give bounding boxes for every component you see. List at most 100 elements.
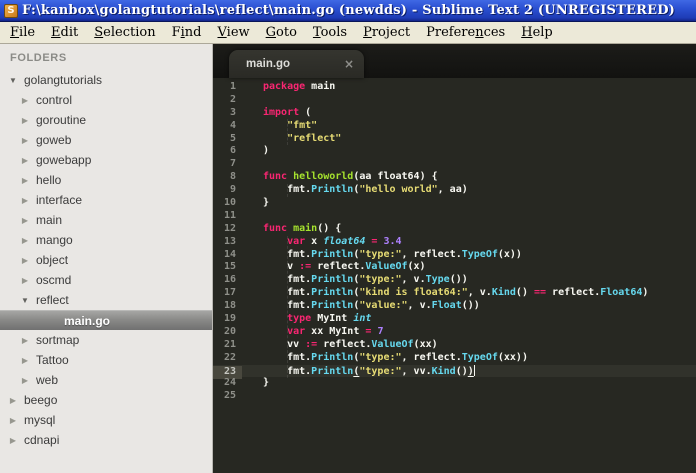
sidebar-item-reflect[interactable]: ▼ reflect: [0, 290, 212, 310]
expand-arrow-icon[interactable]: ▶: [20, 176, 30, 185]
menu-view[interactable]: View: [209, 23, 257, 42]
expand-arrow-icon[interactable]: ▶: [20, 336, 30, 345]
expand-arrow-icon[interactable]: ▶: [8, 396, 18, 405]
folders-header: FOLDERS: [10, 52, 67, 64]
code-line-21[interactable]: 21 vv := reflect.ValueOf(xx): [213, 339, 696, 352]
menu-help[interactable]: Help: [513, 23, 561, 42]
sidebar-item-beego[interactable]: ▶ beego: [0, 390, 212, 410]
menu-selection[interactable]: Selection: [86, 23, 163, 42]
sidebar-item-control[interactable]: ▶ control: [0, 90, 212, 110]
code-text: v := reflect.ValueOf(x): [263, 261, 426, 273]
code-line-13[interactable]: 13 var x float64 = 3.4: [213, 236, 696, 249]
line-number: 7: [229, 158, 236, 170]
code-line-10[interactable]: 10}: [213, 197, 696, 210]
expand-arrow-icon[interactable]: ▶: [20, 236, 30, 245]
code-line-4[interactable]: 4 "fmt": [213, 120, 696, 133]
code-line-1[interactable]: 1 package main: [213, 81, 696, 94]
code-text: package main: [263, 81, 336, 92]
sidebar-item-object[interactable]: ▶ object: [0, 250, 212, 270]
menu-edit[interactable]: Edit: [43, 23, 86, 42]
expand-arrow-icon[interactable]: ▶: [8, 416, 18, 425]
code-line-15[interactable]: 15 v := reflect.ValueOf(x): [213, 261, 696, 274]
code-text: type MyInt int: [287, 313, 372, 325]
code-line-17[interactable]: 17 fmt.Println("kind is float64:", v.Kin…: [213, 287, 696, 300]
code-line-18[interactable]: 18 fmt.Println("value:", v.Float()): [213, 300, 696, 313]
sidebar-item-label: interface: [36, 193, 83, 207]
line-number: 14: [223, 248, 236, 260]
editor-pane: main.go × 1 package main 2 3 import (4 "fmt"…: [213, 44, 696, 473]
code-line-24[interactable]: 24}: [213, 377, 696, 390]
menu-project[interactable]: Project: [355, 23, 418, 42]
expand-arrow-icon[interactable]: ▶: [20, 216, 30, 225]
line-number: 1: [229, 81, 236, 92]
code-lines: 1 package main 2 3 import (4 "fmt" 5 "reflect…: [213, 81, 696, 403]
sidebar-item-goroutine[interactable]: ▶ goroutine: [0, 110, 212, 130]
line-number: 6: [229, 145, 236, 157]
expand-arrow-icon[interactable]: ▶: [20, 376, 30, 385]
tab-bar: main.go ×: [213, 44, 696, 78]
line-number: 20: [223, 325, 236, 337]
sublime-app-icon: S: [4, 3, 18, 18]
sidebar-item-label: golangtutorials: [24, 73, 103, 87]
sidebar-item-tattoo[interactable]: ▶ Tattoo: [0, 350, 212, 370]
menu-file[interactable]: File: [2, 23, 43, 42]
code-line-12[interactable]: 12 func main() {: [213, 223, 696, 236]
code-line-22[interactable]: 22 fmt.Println("type:", reflect.TypeOf(x…: [213, 352, 696, 365]
sidebar-item-web[interactable]: ▶ web: [0, 370, 212, 390]
tab-main-go[interactable]: main.go ×: [229, 50, 364, 78]
collapse-arrow-icon[interactable]: ▼: [20, 296, 30, 305]
code-text: fmt.Println("type:", vv.Kind()): [263, 364, 476, 377]
sidebar-item-interface[interactable]: ▶ interface: [0, 190, 212, 210]
line-number: 4: [229, 119, 236, 131]
code-area[interactable]: 1 package main 2 3 import (4 "fmt" 5 "reflect…: [213, 78, 696, 473]
sidebar-item-hello[interactable]: ▶ hello: [0, 170, 212, 190]
code-line-16[interactable]: 16 fmt.Println("type:", v.Type()): [213, 274, 696, 287]
expand-arrow-icon[interactable]: ▶: [20, 276, 30, 285]
sidebar-folders-panel: FOLDERS ▼ golangtutorials ▶ control ▶ gorouti…: [0, 44, 213, 473]
collapse-arrow-icon[interactable]: ▼: [8, 76, 18, 85]
code-line-11[interactable]: 11: [213, 210, 696, 223]
code-line-25[interactable]: 25: [213, 390, 696, 403]
close-icon[interactable]: ×: [344, 57, 354, 71]
expand-arrow-icon[interactable]: ▶: [8, 436, 18, 445]
expand-arrow-icon[interactable]: ▶: [20, 96, 30, 105]
code-line-20[interactable]: 20 var xx MyInt = 7: [213, 326, 696, 339]
code-line-14[interactable]: 14 fmt.Println("type:", reflect.TypeOf(x…: [213, 249, 696, 262]
expand-arrow-icon[interactable]: ▶: [20, 356, 30, 365]
expand-arrow-icon[interactable]: ▶: [20, 196, 30, 205]
code-line-9[interactable]: 9 fmt.Println("hello world", aa): [213, 184, 696, 197]
code-line-19[interactable]: 19 type MyInt int: [213, 313, 696, 326]
menu-preferences[interactable]: Preferences: [418, 23, 513, 42]
sidebar-item-mango[interactable]: ▶ mango: [0, 230, 212, 250]
line-number: 11: [223, 209, 236, 221]
sidebar-item-oscmd[interactable]: ▶ oscmd: [0, 270, 212, 290]
expand-arrow-icon[interactable]: ▶: [20, 116, 30, 125]
sidebar-item-sortmap[interactable]: ▶ sortmap: [0, 330, 212, 350]
sidebar-item-golangtutorials[interactable]: ▼ golangtutorials: [0, 70, 212, 90]
code-line-2[interactable]: 2: [213, 94, 696, 107]
sidebar-item-label: object: [36, 253, 69, 267]
tab-label: main.go: [246, 58, 291, 70]
code-line-3[interactable]: 3 import (: [213, 107, 696, 120]
sidebar-item-label: Tattoo: [36, 353, 69, 367]
code-line-5[interactable]: 5 "reflect": [213, 133, 696, 146]
code-line-7[interactable]: 7: [213, 158, 696, 171]
line-number: 10: [223, 197, 236, 209]
expand-arrow-icon[interactable]: ▶: [20, 136, 30, 145]
menu-find[interactable]: Find: [164, 23, 210, 42]
sidebar-item-main-go[interactable]: main.go: [0, 310, 212, 330]
sidebar-item-mysql[interactable]: ▶ mysql: [0, 410, 212, 430]
code-text: func helloworld(aa float64) {: [263, 171, 438, 183]
sidebar-item-cdnapi[interactable]: ▶ cdnapi: [0, 430, 212, 450]
expand-arrow-icon[interactable]: ▶: [20, 156, 30, 165]
line-number: 21: [223, 338, 236, 350]
sidebar-item-main[interactable]: ▶ main: [0, 210, 212, 230]
expand-arrow-icon[interactable]: ▶: [20, 256, 30, 265]
code-line-23[interactable]: 23 fmt.Println("type:", vv.Kind()): [213, 364, 696, 379]
menu-tools[interactable]: Tools: [305, 23, 355, 42]
sidebar-item-gowebapp[interactable]: ▶ gowebapp: [0, 150, 212, 170]
code-line-6[interactable]: 6): [213, 145, 696, 158]
menu-goto[interactable]: Goto: [258, 23, 305, 42]
sidebar-item-goweb[interactable]: ▶ goweb: [0, 130, 212, 150]
code-line-8[interactable]: 8 func helloworld(aa float64) {: [213, 171, 696, 184]
